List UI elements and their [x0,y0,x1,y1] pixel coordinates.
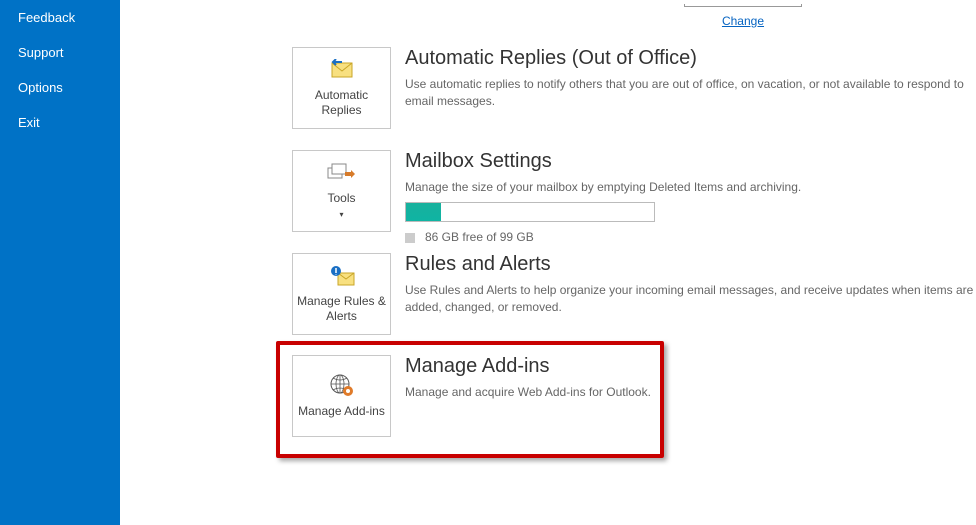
rules-alerts-tile[interactable]: Manage Rules & Alerts [292,253,391,335]
manage-addins-title: Manage Add-ins [405,355,651,378]
automatic-replies-desc: Use automatic replies to notify others t… [405,76,976,110]
tools-tile-label: Tools▾ [325,191,357,221]
manage-addins-tile-label: Manage Add-ins [296,404,387,419]
mailbox-settings-title: Mailbox Settings [405,150,801,173]
automatic-replies-title: Automatic Replies (Out of Office) [405,47,976,70]
mailbox-settings-desc: Manage the size of your mailbox by empty… [405,179,801,196]
rules-alerts-tile-label: Manage Rules & Alerts [293,294,390,324]
sidebar-item-support[interactable]: Support [0,35,120,70]
sidebar-item-options[interactable]: Options [0,70,120,105]
signature-preview-box [684,4,802,7]
sidebar-item-exit[interactable]: Exit [0,105,120,140]
tools-tile[interactable]: Tools▾ [292,150,391,232]
legend-square-icon [405,233,415,243]
signature-change-area: Change [683,0,803,28]
storage-bar [405,202,655,222]
globe-gear-icon [329,373,355,400]
automatic-replies-tile-label: Automatic Replies [293,88,390,118]
storage-text: 86 GB free of 99 GB [425,230,534,244]
manage-addins-desc: Manage and acquire Web Add-ins for Outlo… [405,384,651,401]
content-area: Change Automatic Replies Automatic Repli… [120,0,976,525]
storage-legend: 86 GB free of 99 GB [405,230,801,244]
rules-alerts-icon [328,265,356,290]
tools-icon [327,162,357,187]
dropdown-caret-icon: ▾ [339,210,343,219]
rules-alerts-title: Rules and Alerts [405,253,976,276]
manage-addins-tile[interactable]: Manage Add-ins [292,355,391,437]
sidebar-item-feedback[interactable]: Feedback [0,0,120,35]
automatic-replies-icon [328,59,356,84]
change-link[interactable]: Change [722,14,764,28]
sidebar: Feedback Support Options Exit [0,0,120,525]
automatic-replies-tile[interactable]: Automatic Replies [292,47,391,129]
storage-bar-fill [406,203,441,221]
rules-alerts-desc: Use Rules and Alerts to help organize yo… [405,282,976,316]
